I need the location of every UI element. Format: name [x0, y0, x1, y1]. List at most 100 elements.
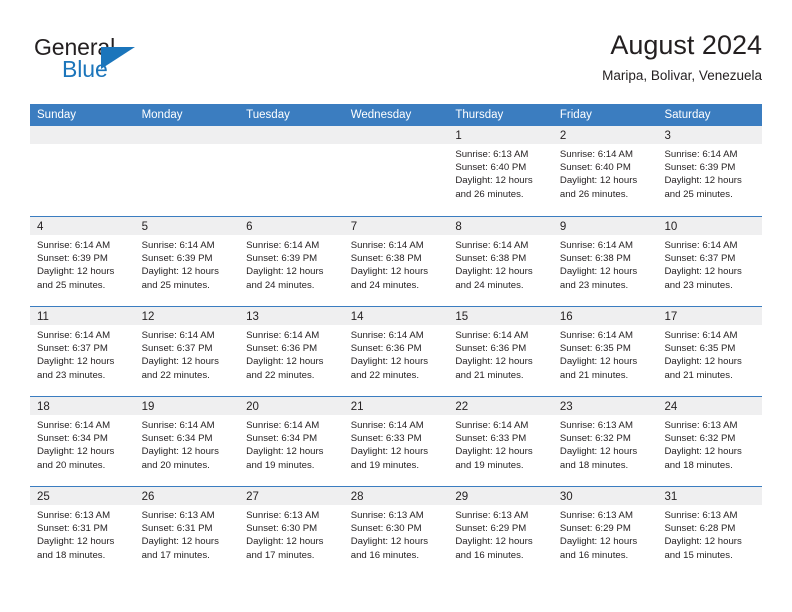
calendar-day-cell[interactable]: 5 Sunrise: 6:14 AM Sunset: 6:39 PM Daylight…	[134, 217, 240, 306]
daylight-text-line2: and 16 minutes.	[455, 549, 524, 561]
sunset-text: Sunset: 6:39 PM	[246, 253, 318, 265]
day-number-band: 1	[448, 126, 553, 144]
daylight-text-line2: and 16 minutes.	[559, 549, 629, 561]
calendar-day-cell[interactable]: 22 Sunrise: 6:14 AM Sunset: 6:33 PM Dayligh…	[448, 397, 553, 486]
calendar-day-cell[interactable]: 26 Sunrise: 6:13 AM Sunset: 6:31 PM Dayligh…	[134, 487, 240, 576]
calendar-day-cell[interactable]: 28 Sunrise: 6:13 AM Sunset: 6:30 PM Dayligh…	[343, 487, 449, 576]
daylight-text-line1: Daylight: 12 hours	[559, 266, 638, 278]
weekday-header-thursday: Thursday	[455, 109, 504, 121]
day-number-band: 3	[657, 126, 763, 144]
calendar-day-cell[interactable]: 21 Sunrise: 6:14 AM Sunset: 6:33 PM Dayligh…	[343, 397, 449, 486]
daylight-text-line1: Daylight: 12 hours	[246, 446, 324, 458]
sunrise-text: Sunrise: 6:14 AM	[559, 330, 633, 341]
day-info: Sunrise: 6:14 AM Sunset: 6:39 PM Daylight:…	[239, 235, 344, 292]
day-number: 5	[141, 221, 148, 233]
day-number-band: 14	[343, 307, 449, 325]
daylight-text-line1: Daylight: 12 hours	[559, 536, 638, 548]
daylight-text-line1: Daylight: 12 hours	[246, 356, 324, 368]
day-number-band: 23	[552, 397, 658, 415]
day-info: Sunrise: 6:14 AM Sunset: 6:36 PM Daylight:…	[448, 325, 553, 382]
daylight-text-line1: Daylight: 12 hours	[141, 356, 219, 368]
daylight-text-line2: and 18 minutes.	[37, 549, 106, 561]
calendar-day-cell[interactable]: 20 Sunrise: 6:14 AM Sunset: 6:34 PM Dayligh…	[239, 397, 344, 486]
general-blue-logo[interactable]: General Blue	[30, 34, 220, 90]
sunrise-text: Sunrise: 6:14 AM	[664, 240, 738, 251]
weekday-header-friday: Friday	[559, 109, 592, 121]
calendar-day-cell[interactable]: 11 Sunrise: 6:14 AM Sunset: 6:37 PM Dayligh…	[30, 307, 135, 396]
calendar-week-row: 1 Sunrise: 6:13 AM Sunset: 6:40 PM Daylight…	[30, 126, 763, 216]
day-info: Sunrise: 6:14 AM Sunset: 6:37 PM Daylight:…	[30, 325, 135, 382]
daylight-text-line2: and 24 minutes.	[455, 279, 524, 291]
weekday-header-tuesday: Tuesday	[246, 109, 290, 121]
calendar-day-cell[interactable]: 17 Sunrise: 6:14 AM Sunset: 6:35 PM Dayligh…	[657, 307, 763, 396]
calendar-day-cell[interactable]: 1 Sunrise: 6:13 AM Sunset: 6:40 PM Daylight…	[448, 126, 553, 216]
day-number-band: 24	[657, 397, 763, 415]
daylight-text-line2: and 22 minutes.	[350, 369, 420, 381]
day-number-band: 20	[239, 397, 344, 415]
calendar-day-cell[interactable]: 23 Sunrise: 6:13 AM Sunset: 6:32 PM Dayligh…	[552, 397, 658, 486]
daylight-text-line2: and 18 minutes.	[664, 459, 733, 471]
sunset-text: Sunset: 6:29 PM	[559, 523, 631, 535]
daylight-text-line2: and 25 minutes.	[141, 279, 210, 291]
calendar-day-cell[interactable]: 14 Sunrise: 6:14 AM Sunset: 6:36 PM Dayligh…	[343, 307, 449, 396]
daylight-text-line1: Daylight: 12 hours	[455, 446, 533, 458]
daylight-text-line1: Daylight: 12 hours	[559, 175, 638, 187]
calendar-day-cell[interactable]: 7 Sunrise: 6:14 AM Sunset: 6:38 PM Daylight…	[343, 217, 449, 306]
calendar-day-cell[interactable]: 3 Sunrise: 6:14 AM Sunset: 6:39 PM Daylight…	[657, 126, 763, 216]
sunrise-text: Sunrise: 6:14 AM	[455, 240, 529, 251]
day-number-band: 10	[657, 217, 763, 235]
day-number-band: 19	[134, 397, 240, 415]
calendar-day-cell[interactable]: 25 Sunrise: 6:13 AM Sunset: 6:31 PM Dayligh…	[30, 487, 135, 576]
daylight-text-line1: Daylight: 12 hours	[37, 356, 115, 368]
sunset-text: Sunset: 6:30 PM	[350, 523, 422, 535]
calendar-day-cell[interactable]: 16 Sunrise: 6:14 AM Sunset: 6:35 PM Dayligh…	[552, 307, 658, 396]
calendar-day-cell[interactable]: 19 Sunrise: 6:14 AM Sunset: 6:34 PM Dayligh…	[134, 397, 240, 486]
day-info: Sunrise: 6:14 AM Sunset: 6:36 PM Daylight:…	[344, 325, 449, 382]
daylight-text-line2: and 19 minutes.	[246, 459, 315, 471]
calendar-week-row: 25 Sunrise: 6:13 AM Sunset: 6:31 PM Dayligh…	[30, 486, 763, 576]
sunrise-text: Sunrise: 6:13 AM	[246, 510, 320, 521]
calendar-day-cell[interactable]: 8 Sunrise: 6:14 AM Sunset: 6:38 PM Daylight…	[448, 217, 553, 306]
day-info: Sunrise: 6:14 AM Sunset: 6:38 PM Daylight:…	[344, 235, 449, 292]
sunrise-text: Sunrise: 6:14 AM	[37, 240, 111, 251]
calendar-day-cell[interactable]: 10 Sunrise: 6:14 AM Sunset: 6:37 PM Dayligh…	[657, 217, 763, 306]
calendar-day-cell[interactable]: 13 Sunrise: 6:14 AM Sunset: 6:36 PM Dayligh…	[239, 307, 344, 396]
calendar-day-cell[interactable]: 27 Sunrise: 6:13 AM Sunset: 6:30 PM Dayligh…	[239, 487, 344, 576]
sunrise-text: Sunrise: 6:14 AM	[559, 240, 633, 251]
daylight-text-line1: Daylight: 12 hours	[664, 356, 742, 368]
day-number: 23	[559, 401, 573, 413]
calendar-day-cell[interactable]: 31 Sunrise: 6:13 AM Sunset: 6:28 PM Dayligh…	[657, 487, 763, 576]
sunrise-text: Sunrise: 6:14 AM	[37, 330, 111, 341]
day-number-band	[134, 126, 240, 144]
day-number-band: 17	[657, 307, 763, 325]
calendar-day-cell[interactable]: 29 Sunrise: 6:13 AM Sunset: 6:29 PM Dayligh…	[448, 487, 553, 576]
day-number: 8	[455, 221, 462, 233]
daylight-text-line2: and 21 minutes.	[455, 369, 524, 381]
calendar-day-cell[interactable]: 4 Sunrise: 6:14 AM Sunset: 6:39 PM Daylight…	[30, 217, 135, 306]
day-number: 28	[350, 491, 364, 503]
daylight-text-line1: Daylight: 12 hours	[37, 536, 115, 548]
calendar-day-cell[interactable]: 18 Sunrise: 6:14 AM Sunset: 6:34 PM Dayligh…	[30, 397, 135, 486]
calendar-day-cell[interactable]: 6 Sunrise: 6:14 AM Sunset: 6:39 PM Daylight…	[239, 217, 344, 306]
calendar-day-cell[interactable]: 12 Sunrise: 6:14 AM Sunset: 6:37 PM Dayligh…	[134, 307, 240, 396]
sunrise-text: Sunrise: 6:14 AM	[141, 240, 215, 251]
daylight-text-line1: Daylight: 12 hours	[141, 446, 219, 458]
calendar-day-cell[interactable]: 24 Sunrise: 6:13 AM Sunset: 6:32 PM Dayligh…	[657, 397, 763, 486]
weekday-header-wednesday: Wednesday	[350, 109, 412, 121]
calendar-week-row: 18 Sunrise: 6:14 AM Sunset: 6:34 PM Dayligh…	[30, 396, 763, 486]
calendar-week-row: 4 Sunrise: 6:14 AM Sunset: 6:39 PM Daylight…	[30, 216, 763, 306]
calendar-day-cell[interactable]: 2 Sunrise: 6:14 AM Sunset: 6:40 PM Daylight…	[552, 126, 658, 216]
calendar-day-cell[interactable]: 9 Sunrise: 6:14 AM Sunset: 6:38 PM Daylight…	[552, 217, 658, 306]
daylight-text-line2: and 23 minutes.	[559, 279, 629, 291]
calendar-grid: Sunday Monday Tuesday Wednesday Thursday Frid…	[30, 104, 763, 576]
daylight-text-line2: and 20 minutes.	[141, 459, 210, 471]
sunrise-text: Sunrise: 6:13 AM	[37, 510, 111, 521]
day-info: Sunrise: 6:14 AM Sunset: 6:37 PM Daylight:…	[657, 235, 762, 292]
calendar-day-cell[interactable]: 30 Sunrise: 6:13 AM Sunset: 6:29 PM Dayligh…	[552, 487, 658, 576]
day-number-band: 30	[552, 487, 658, 505]
day-number-band	[239, 126, 344, 144]
day-number: 30	[559, 491, 573, 503]
daylight-text-line1: Daylight: 12 hours	[37, 266, 115, 278]
calendar-day-cell[interactable]: 15 Sunrise: 6:14 AM Sunset: 6:36 PM Dayligh…	[448, 307, 553, 396]
daylight-text-line2: and 21 minutes.	[664, 369, 733, 381]
